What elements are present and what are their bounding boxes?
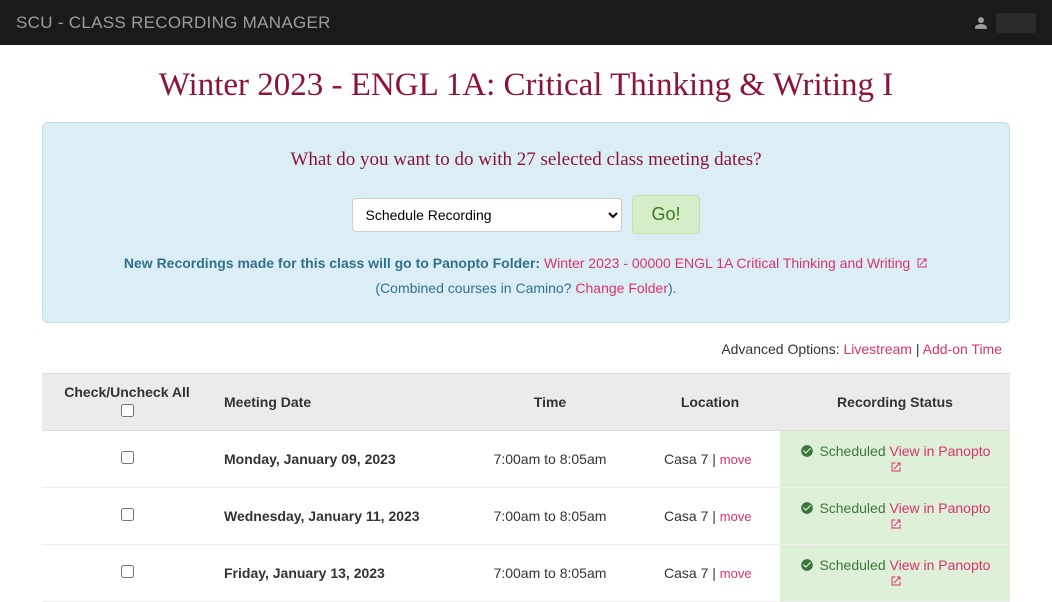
navbar-brand[interactable]: SCU - CLASS RECORDING MANAGER — [16, 13, 331, 33]
status-label: Scheduled — [819, 443, 889, 459]
row-check-cell — [42, 431, 212, 488]
row-status: Scheduled View in Panopto — [780, 545, 1010, 602]
status-label: Scheduled — [819, 557, 889, 573]
external-link-icon — [890, 518, 902, 530]
action-panel: What do you want to do with 27 selected … — [42, 122, 1010, 323]
row-date: Friday, January 13, 2023 — [212, 545, 460, 602]
sub-prefix: (Combined courses in Camino? — [375, 280, 575, 296]
folder-sub-info: (Combined courses in Camino? Change Fold… — [83, 280, 969, 296]
row-check-cell — [42, 488, 212, 545]
view-in-panopto-link[interactable]: View in Panopto — [888, 500, 990, 532]
change-folder-link[interactable]: Change Folder — [575, 280, 668, 296]
table-row: Wednesday, January 11, 20237:00am to 8:0… — [42, 488, 1010, 545]
row-checkbox[interactable] — [121, 565, 134, 578]
external-link-icon — [916, 257, 928, 269]
action-row: Schedule Recording Go! — [83, 195, 969, 234]
sub-suffix: ). — [668, 280, 677, 296]
row-check-cell — [42, 545, 212, 602]
navbar: SCU - CLASS RECORDING MANAGER — [0, 0, 1052, 45]
row-location: Casa 7 | move — [640, 488, 780, 545]
user-icon — [974, 16, 988, 30]
panel-prompt: What do you want to do with 27 selected … — [83, 149, 969, 171]
row-checkbox[interactable] — [121, 508, 134, 521]
addon-time-link[interactable]: Add-on Time — [923, 341, 1002, 357]
folder-info-prefix: New Recordings made for this class will … — [124, 255, 544, 271]
advanced-label: Advanced Options: — [721, 341, 843, 357]
user-name-placeholder — [996, 13, 1036, 33]
row-time: 7:00am to 8:05am — [460, 488, 640, 545]
view-in-panopto-link[interactable]: View in Panopto — [888, 557, 990, 589]
view-in-panopto-link[interactable]: View in Panopto — [888, 443, 990, 475]
header-date: Meeting Date — [212, 374, 460, 431]
location-text: Casa 7 | — [664, 565, 720, 581]
go-button[interactable]: Go! — [632, 195, 699, 234]
panopto-folder-link[interactable]: Winter 2023 - 00000 ENGL 1A Critical Thi… — [544, 255, 928, 271]
external-link-icon — [890, 575, 902, 587]
location-text: Casa 7 | — [664, 508, 720, 524]
livestream-link[interactable]: Livestream — [844, 341, 912, 357]
location-text: Casa 7 | — [664, 451, 720, 467]
row-status: Scheduled View in Panopto — [780, 488, 1010, 545]
check-circle-icon — [800, 444, 814, 458]
advanced-sep: | — [916, 341, 923, 357]
row-date: Wednesday, January 11, 2023 — [212, 488, 460, 545]
row-checkbox[interactable] — [121, 451, 134, 464]
row-time: 7:00am to 8:05am — [460, 431, 640, 488]
header-location: Location — [640, 374, 780, 431]
schedule-table: Check/Uncheck All Meeting Date Time Loca… — [42, 373, 1010, 602]
move-link[interactable]: move — [720, 509, 752, 524]
folder-info: New Recordings made for this class will … — [83, 252, 969, 274]
page-title: Winter 2023 - ENGL 1A: Critical Thinking… — [42, 67, 1010, 104]
table-row: Friday, January 13, 20237:00am to 8:05am… — [42, 545, 1010, 602]
status-label: Scheduled — [819, 500, 889, 516]
check-circle-icon — [800, 501, 814, 515]
row-location: Casa 7 | move — [640, 545, 780, 602]
external-link-icon — [890, 461, 902, 473]
move-link[interactable]: move — [720, 452, 752, 467]
check-all-checkbox[interactable] — [121, 404, 134, 417]
header-time: Time — [460, 374, 640, 431]
header-status: Recording Status — [780, 374, 1010, 431]
table-header-row: Check/Uncheck All Meeting Date Time Loca… — [42, 374, 1010, 431]
row-time: 7:00am to 8:05am — [460, 545, 640, 602]
action-select[interactable]: Schedule Recording — [352, 198, 622, 232]
header-check: Check/Uncheck All — [42, 374, 212, 431]
navbar-user-area[interactable] — [974, 13, 1036, 33]
advanced-options: Advanced Options: Livestream | Add-on Ti… — [42, 341, 1010, 357]
check-circle-icon — [800, 558, 814, 572]
move-link[interactable]: move — [720, 566, 752, 581]
row-date: Monday, January 09, 2023 — [212, 431, 460, 488]
row-status: Scheduled View in Panopto — [780, 431, 1010, 488]
table-row: Monday, January 09, 20237:00am to 8:05am… — [42, 431, 1010, 488]
row-location: Casa 7 | move — [640, 431, 780, 488]
